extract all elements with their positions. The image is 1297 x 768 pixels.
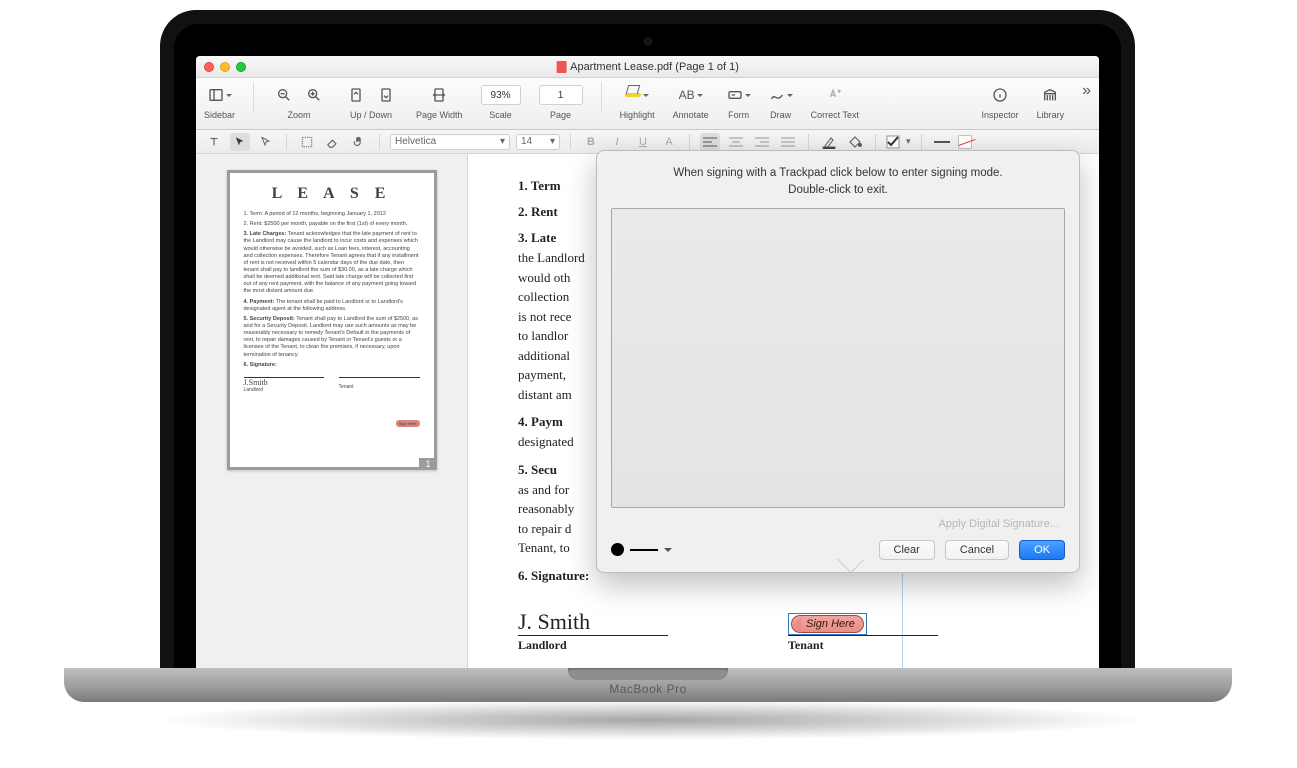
page-thumbnail[interactable]: L E A S E 1. Term: A period of 12 months… bbox=[227, 170, 437, 470]
page-label: Page bbox=[550, 110, 571, 120]
window-title: Apartment Lease.pdf (Page 1 of 1) bbox=[556, 61, 739, 73]
popover-instructions: When signing with a Trackpad click below… bbox=[611, 165, 1065, 200]
page-width-label: Page Width bbox=[416, 110, 463, 120]
stroke-picker[interactable] bbox=[611, 543, 672, 556]
eraser-tool-button[interactable] bbox=[323, 133, 343, 151]
titlebar: Apartment Lease.pdf (Page 1 of 1) bbox=[196, 56, 1099, 78]
page-up-button[interactable] bbox=[344, 84, 368, 106]
stroke-weight-preview bbox=[630, 549, 658, 551]
updown-label: Up / Down bbox=[350, 110, 392, 120]
zoom-window-button[interactable] bbox=[236, 62, 246, 72]
highlight-label: Highlight bbox=[620, 110, 655, 120]
align-left-button[interactable] bbox=[700, 133, 720, 151]
apply-digital-signature-button: Apply Digital Signature... bbox=[939, 518, 1059, 530]
toolbar-overflow-button[interactable]: » bbox=[1082, 82, 1091, 100]
ok-button[interactable]: OK bbox=[1019, 540, 1065, 560]
underline-button[interactable]: U bbox=[633, 133, 653, 151]
pointer-tool-button[interactable] bbox=[256, 133, 276, 151]
camera-dot bbox=[645, 38, 651, 44]
laptop-shadow bbox=[150, 700, 1150, 740]
thumb-page-number: 1 bbox=[419, 458, 436, 470]
app-window: Apartment Lease.pdf (Page 1 of 1) Sideba… bbox=[196, 56, 1099, 670]
page-down-button[interactable] bbox=[374, 84, 398, 106]
library-button[interactable] bbox=[1038, 84, 1062, 106]
select-tool-button[interactable] bbox=[230, 133, 250, 151]
chevron-down-icon bbox=[664, 548, 672, 556]
stroke-color-dot bbox=[611, 543, 624, 556]
align-justify-button[interactable] bbox=[778, 133, 798, 151]
pdf-icon bbox=[556, 61, 566, 73]
laptop-model-label: MacBook Pro bbox=[609, 682, 687, 696]
signature-canvas[interactable] bbox=[611, 208, 1065, 508]
thumb-sign-here-tag: Sign Here bbox=[396, 420, 420, 427]
library-label: Library bbox=[1037, 110, 1065, 120]
tenant-signature-field[interactable]: Sign Here bbox=[788, 610, 938, 636]
draw-button[interactable] bbox=[769, 84, 793, 106]
screen-bezel: Apartment Lease.pdf (Page 1 of 1) Sideba… bbox=[174, 24, 1121, 670]
toolbar-divider bbox=[253, 82, 254, 112]
font-size-select[interactable]: 14▾ bbox=[516, 134, 560, 150]
draw-label: Draw bbox=[770, 110, 791, 120]
toolbar-divider bbox=[601, 82, 602, 112]
correct-label: Correct Text bbox=[811, 110, 859, 120]
main-toolbar: Sidebar Zoom Up / Down bbox=[196, 78, 1099, 130]
text-tool-button[interactable] bbox=[204, 133, 224, 151]
fill-color-button[interactable] bbox=[845, 133, 865, 151]
scale-input[interactable]: 93% bbox=[481, 85, 521, 105]
line-style-button[interactable] bbox=[932, 133, 952, 151]
signature-block: J. Smith Landlord Sign Here Tenant bbox=[518, 610, 1099, 653]
correct-text-button bbox=[823, 84, 847, 106]
thumbnail-sidebar: L E A S E 1. Term: A period of 12 months… bbox=[196, 154, 468, 670]
form-label: Form bbox=[728, 110, 749, 120]
clear-button[interactable]: Clear bbox=[879, 540, 935, 560]
close-window-button[interactable] bbox=[204, 62, 214, 72]
hand-tool-button[interactable] bbox=[349, 133, 369, 151]
annotate-button[interactable]: AB bbox=[679, 84, 703, 106]
italic-button[interactable]: I bbox=[607, 133, 627, 151]
page-input[interactable]: 1 bbox=[539, 85, 583, 105]
window-title-text: Apartment Lease.pdf (Page 1 of 1) bbox=[570, 61, 739, 73]
sidebar-label: Sidebar bbox=[204, 110, 235, 120]
landlord-label: Landlord bbox=[518, 638, 668, 653]
form-button[interactable] bbox=[727, 84, 751, 106]
highlight-button[interactable] bbox=[625, 84, 649, 106]
scale-label: Scale bbox=[489, 110, 512, 120]
stroke-color-button[interactable] bbox=[819, 133, 839, 151]
sign-here-tag[interactable]: Sign Here bbox=[791, 615, 864, 633]
cancel-button[interactable]: Cancel bbox=[945, 540, 1009, 560]
zoom-in-button[interactable] bbox=[302, 84, 326, 106]
color-swatch-button[interactable] bbox=[886, 135, 900, 149]
bold-button[interactable]: B bbox=[581, 133, 601, 151]
laptop-base: MacBook Pro bbox=[64, 668, 1232, 702]
align-center-button[interactable] bbox=[726, 133, 746, 151]
landlord-signature: J. Smith bbox=[518, 610, 668, 636]
zoom-label: Zoom bbox=[288, 110, 311, 120]
text-color-button[interactable]: A bbox=[659, 133, 679, 151]
thumb-title: L E A S E bbox=[244, 185, 420, 203]
zoom-out-button[interactable] bbox=[272, 84, 296, 106]
laptop-frame: Apartment Lease.pdf (Page 1 of 1) Sideba… bbox=[160, 10, 1135, 670]
signature-popover: When signing with a Trackpad click below… bbox=[596, 150, 1080, 573]
marquee-tool-button[interactable] bbox=[297, 133, 317, 151]
no-fill-button[interactable] bbox=[958, 135, 972, 149]
annotate-label: Annotate bbox=[673, 110, 709, 120]
minimize-window-button[interactable] bbox=[220, 62, 230, 72]
font-select[interactable]: Helvetica▾ bbox=[390, 134, 510, 150]
align-right-button[interactable] bbox=[752, 133, 772, 151]
window-controls bbox=[196, 62, 246, 72]
tenant-label: Tenant bbox=[788, 638, 938, 653]
page-width-button[interactable] bbox=[427, 84, 451, 106]
sidebar-toggle-button[interactable] bbox=[208, 84, 232, 106]
inspector-label: Inspector bbox=[982, 110, 1019, 120]
inspector-button[interactable] bbox=[988, 84, 1012, 106]
